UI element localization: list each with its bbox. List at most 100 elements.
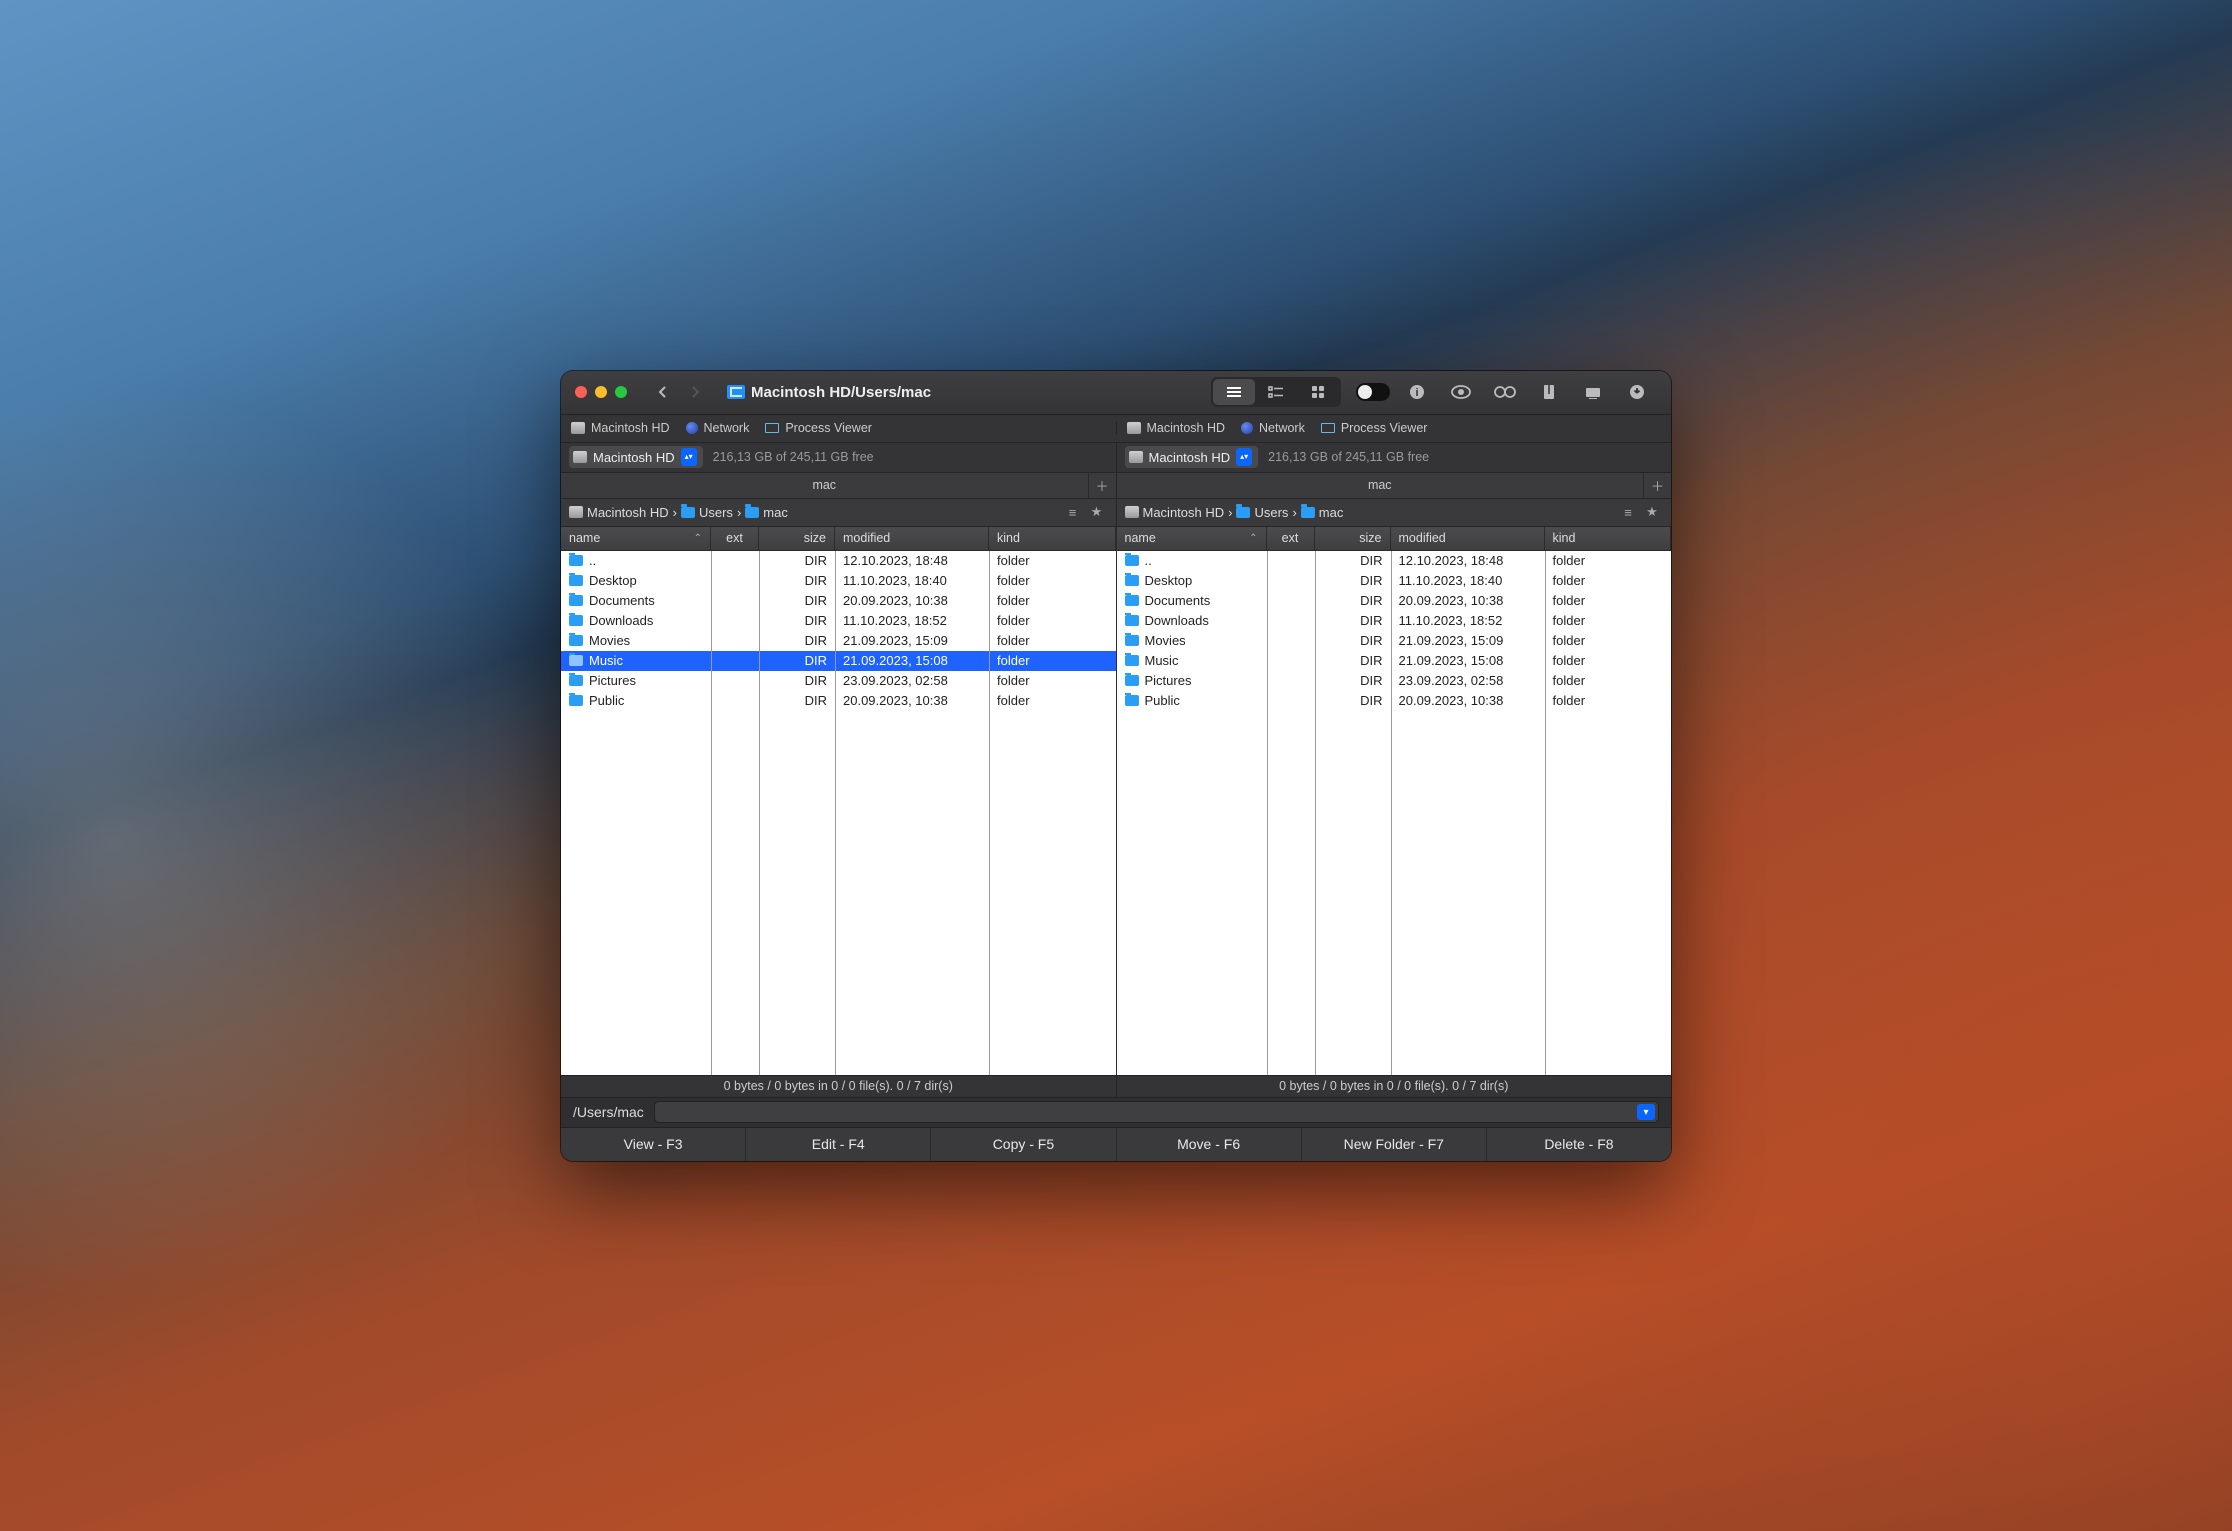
tab-add-right[interactable]: ＋: [1643, 473, 1671, 498]
location-network[interactable]: Network: [1241, 421, 1305, 435]
col-kind[interactable]: kind: [1545, 527, 1672, 550]
breadcrumb-item[interactable]: Macintosh HD: [569, 505, 669, 520]
drive-selector-left[interactable]: Macintosh HD ▴▾: [569, 446, 703, 468]
command-input[interactable]: ▾: [654, 1101, 1659, 1123]
breadcrumb-item[interactable]: mac: [745, 505, 788, 520]
view-list-button[interactable]: [1213, 379, 1255, 405]
table-row[interactable]: PublicDIR20.09.2023, 10:38folder: [561, 691, 1116, 711]
locations-row: Macintosh HD Network Process Viewer Macint…: [561, 415, 1671, 443]
col-ext[interactable]: ext: [1267, 527, 1315, 550]
breadcrumb-item[interactable]: mac: [1301, 505, 1344, 520]
file-list-left[interactable]: ..DIR12.10.2023, 18:48folderDesktopDIR11…: [561, 551, 1116, 1075]
tab-left[interactable]: mac: [561, 473, 1088, 498]
col-name[interactable]: name⌃: [561, 527, 711, 550]
tab-right[interactable]: mac: [1117, 473, 1644, 498]
breadcrumb-item[interactable]: Users: [1236, 505, 1288, 520]
fkey-f8[interactable]: Delete - F8: [1487, 1128, 1671, 1161]
col-size[interactable]: size: [759, 527, 835, 550]
table-row[interactable]: PicturesDIR23.09.2023, 02:58folder: [561, 671, 1116, 691]
table-row[interactable]: ..DIR12.10.2023, 18:48folder: [561, 551, 1116, 571]
history-menu-icon[interactable]: ≡: [1617, 501, 1639, 523]
archive-button[interactable]: [1529, 379, 1569, 405]
table-row[interactable]: DocumentsDIR20.09.2023, 10:38folder: [561, 591, 1116, 611]
history-menu-icon[interactable]: ≡: [1062, 501, 1084, 523]
col-modified[interactable]: modified: [1391, 527, 1545, 550]
function-keys: View - F3Edit - F4Copy - F5Move - F6New …: [561, 1127, 1671, 1161]
tab-add-left[interactable]: ＋: [1088, 473, 1116, 498]
titlebar: Macintosh HD/Users/mac i: [561, 371, 1671, 415]
view-columns-button[interactable]: [1255, 379, 1297, 405]
file-name: Movies: [1145, 633, 1186, 648]
nav-forward-button[interactable]: [681, 379, 709, 405]
tab-label: mac: [1368, 478, 1392, 492]
table-row[interactable]: DocumentsDIR20.09.2023, 10:38folder: [1117, 591, 1672, 611]
window-controls: [575, 386, 627, 398]
file-modified: 21.09.2023, 15:08: [1391, 653, 1545, 668]
table-row[interactable]: PicturesDIR23.09.2023, 02:58folder: [1117, 671, 1672, 691]
col-size-label: size: [1359, 531, 1381, 545]
info-button[interactable]: i: [1397, 379, 1437, 405]
folder-icon: [1125, 575, 1139, 586]
folder-icon: [569, 635, 583, 646]
col-kind[interactable]: kind: [989, 527, 1116, 550]
location-process-viewer[interactable]: Process Viewer: [765, 421, 872, 435]
close-window-button[interactable]: [575, 386, 587, 398]
drive-selector-right[interactable]: Macintosh HD ▴▾: [1125, 446, 1259, 468]
table-row[interactable]: MusicDIR21.09.2023, 15:08folder: [561, 651, 1116, 671]
quicklook-button[interactable]: [1441, 379, 1481, 405]
file-modified: 11.10.2023, 18:40: [835, 573, 989, 588]
zoom-window-button[interactable]: [615, 386, 627, 398]
table-row[interactable]: DesktopDIR11.10.2023, 18:40folder: [561, 571, 1116, 591]
file-size: DIR: [759, 573, 835, 588]
table-row[interactable]: PublicDIR20.09.2023, 10:38folder: [1117, 691, 1672, 711]
dropdown-icon[interactable]: ▾: [1637, 1104, 1655, 1120]
favorite-star-icon[interactable]: ★: [1641, 501, 1663, 523]
favorite-star-icon[interactable]: ★: [1086, 501, 1108, 523]
table-row[interactable]: DownloadsDIR11.10.2023, 18:52folder: [561, 611, 1116, 631]
col-modified-label: modified: [843, 531, 890, 545]
view-grid-button[interactable]: [1297, 379, 1339, 405]
location-process-viewer[interactable]: Process Viewer: [1321, 421, 1428, 435]
table-row[interactable]: DesktopDIR11.10.2023, 18:40folder: [1117, 571, 1672, 591]
table-row[interactable]: MoviesDIR21.09.2023, 15:09folder: [1117, 631, 1672, 651]
table-row[interactable]: DownloadsDIR11.10.2023, 18:52folder: [1117, 611, 1672, 631]
dual-pane-toggle[interactable]: [1353, 379, 1393, 405]
minimize-window-button[interactable]: [595, 386, 607, 398]
download-button[interactable]: [1617, 379, 1657, 405]
fkey-f4[interactable]: Edit - F4: [746, 1128, 931, 1161]
file-modified: 20.09.2023, 10:38: [1391, 593, 1545, 608]
col-ext[interactable]: ext: [711, 527, 759, 550]
fkey-f6[interactable]: Move - F6: [1117, 1128, 1302, 1161]
col-name[interactable]: name⌃: [1117, 527, 1267, 550]
file-size: DIR: [759, 593, 835, 608]
breadcrumb-item[interactable]: Users: [681, 505, 733, 520]
nav-back-button[interactable]: [649, 379, 677, 405]
pane-left: name⌃ ext size modified kind ..DIR12.10.…: [561, 527, 1116, 1075]
file-size: DIR: [1315, 553, 1391, 568]
fkey-f3[interactable]: View - F3: [561, 1128, 746, 1161]
status-left-text: 0 bytes / 0 bytes in 0 / 0 file(s). 0 / …: [724, 1079, 953, 1093]
fkey-f7[interactable]: New Folder - F7: [1302, 1128, 1487, 1161]
file-list-right[interactable]: ..DIR12.10.2023, 18:48folderDesktopDIR11…: [1117, 551, 1672, 1075]
disk-icon: [569, 506, 583, 518]
location-network[interactable]: Network: [686, 421, 750, 435]
file-size: DIR: [1315, 593, 1391, 608]
table-row[interactable]: ..DIR12.10.2023, 18:48folder: [1117, 551, 1672, 571]
breadcrumb-item[interactable]: Macintosh HD: [1125, 505, 1225, 520]
folder-icon: [569, 615, 583, 626]
fkey-f5[interactable]: Copy - F5: [931, 1128, 1116, 1161]
location-macintosh-hd[interactable]: Macintosh HD: [1127, 421, 1226, 435]
file-kind: folder: [1545, 673, 1672, 688]
location-macintosh-hd[interactable]: Macintosh HD: [571, 421, 670, 435]
toolbar-icons: i: [1353, 379, 1657, 405]
find-button[interactable]: [1485, 379, 1525, 405]
file-name: Desktop: [1145, 573, 1193, 588]
table-row[interactable]: MusicDIR21.09.2023, 15:08folder: [1117, 651, 1672, 671]
file-kind: folder: [1545, 553, 1672, 568]
col-modified[interactable]: modified: [835, 527, 989, 550]
table-row[interactable]: MoviesDIR21.09.2023, 15:09folder: [561, 631, 1116, 651]
location-label: Network: [704, 421, 750, 435]
file-modified: 23.09.2023, 02:58: [1391, 673, 1545, 688]
col-size[interactable]: size: [1315, 527, 1391, 550]
share-button[interactable]: [1573, 379, 1613, 405]
